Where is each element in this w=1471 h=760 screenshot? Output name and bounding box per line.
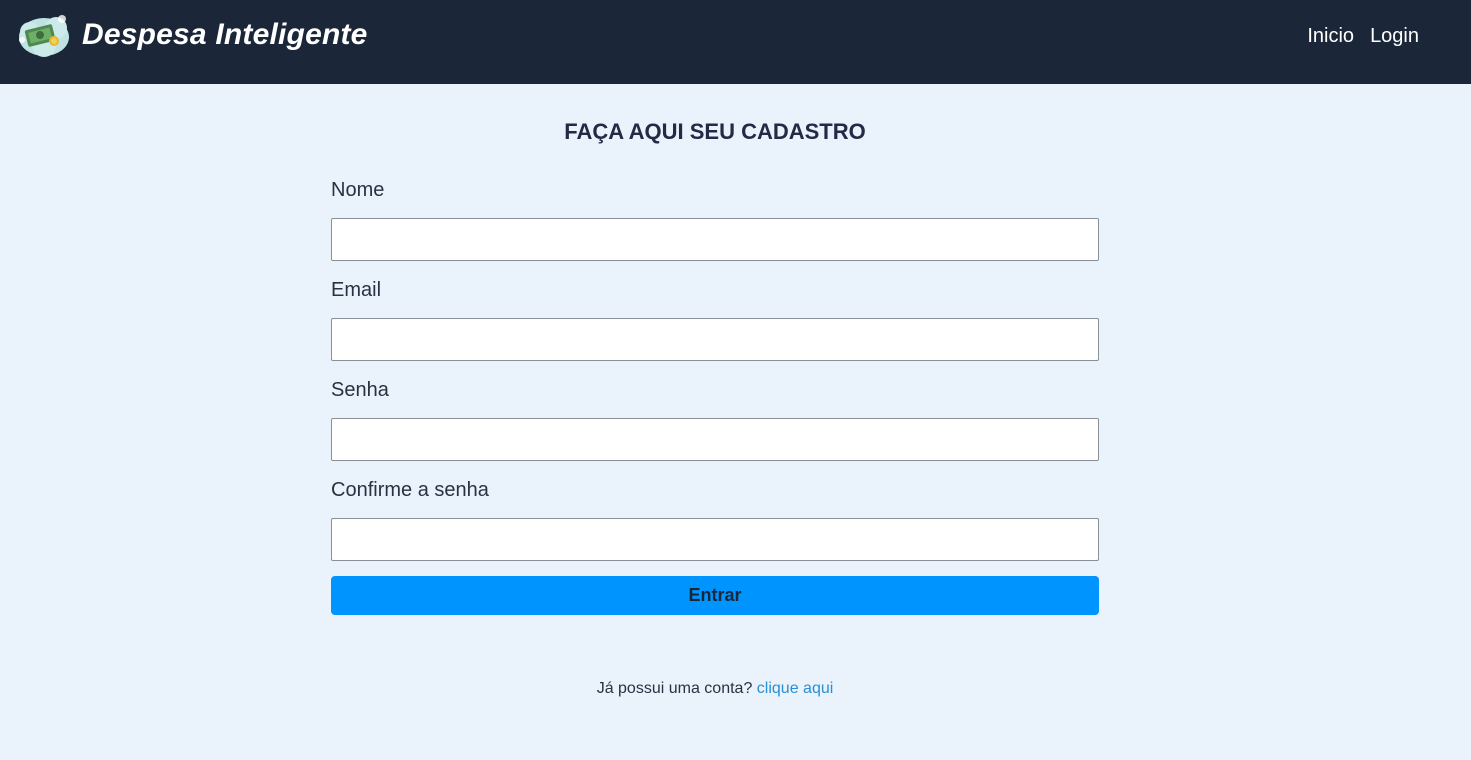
name-input[interactable] [331, 218, 1099, 261]
money-cloud-icon [19, 15, 69, 57]
login-prompt: Já possui uma conta? clique aqui [0, 680, 1430, 698]
page-title: FAÇA AQUI SEU CADASTRO [564, 119, 866, 144]
password-label: Senha [331, 379, 389, 401]
signup-form: Nome Email Senha Confirme a senha Entrar [331, 176, 1099, 615]
submit-button[interactable]: Entrar [331, 576, 1099, 615]
email-label: Email [331, 279, 382, 301]
brand-name: Despesa Inteligente [82, 18, 368, 51]
password-input[interactable] [331, 418, 1099, 461]
nav-link-inicio[interactable]: Inicio [1307, 25, 1354, 48]
nav-link-login[interactable]: Login [1370, 25, 1419, 48]
confirm-password-input[interactable] [331, 518, 1099, 561]
main-content: FAÇA AQUI SEU CADASTRO Nome Email Senha … [0, 84, 1471, 760]
confirm-password-label: Confirme a senha [331, 479, 489, 501]
login-prompt-text: Já possui uma conta? [596, 680, 753, 697]
login-link[interactable]: clique aqui [757, 680, 834, 697]
brand-link[interactable]: Despesa Inteligente [16, 10, 368, 60]
name-label: Nome [331, 179, 385, 201]
nav-links: Inicio Login [1307, 25, 1419, 48]
navbar: Despesa Inteligente Inicio Login [0, 0, 1471, 84]
email-input[interactable] [331, 318, 1099, 361]
